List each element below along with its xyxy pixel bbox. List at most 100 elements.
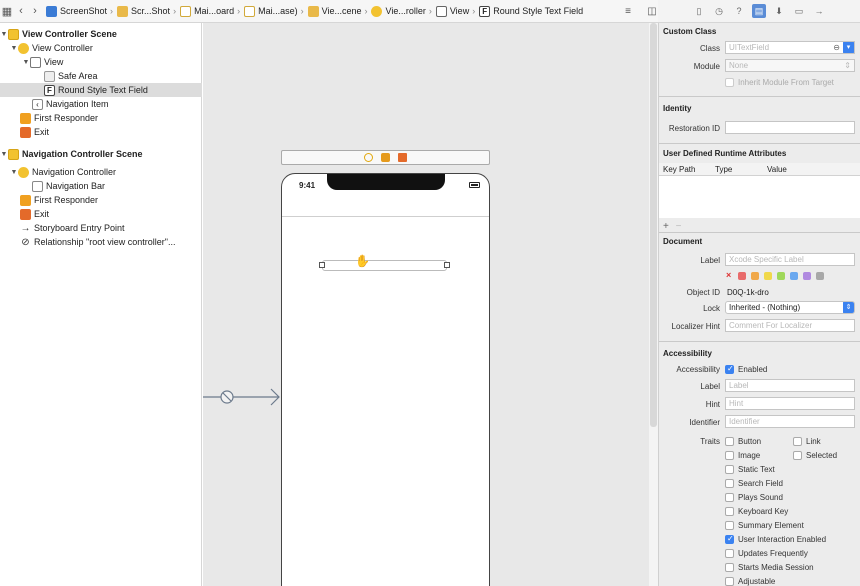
color-swatch-orange[interactable]	[751, 272, 759, 280]
help-inspector-icon[interactable]: ?	[732, 4, 746, 18]
outline-item-storyboard-entry-point[interactable]: → Storyboard Entry Point	[0, 221, 202, 235]
trait-keyboard-key-checkbox[interactable]	[725, 507, 734, 516]
outline-item-text-field[interactable]: F Round Style Text Field	[0, 83, 202, 97]
round-style-text-field[interactable]	[322, 260, 447, 271]
navigation-controller-icon	[18, 166, 29, 178]
trait-user-interaction-checkbox[interactable]	[725, 534, 734, 544]
outline-item-view-controller[interactable]: ▼ View Controller	[0, 41, 202, 55]
outline-item-exit[interactable]: Exit	[0, 125, 202, 139]
restoration-id-field[interactable]	[725, 121, 855, 134]
identity-inspector: Custom Class Class UITextField ⊖ ▾ Modul…	[658, 23, 860, 586]
outline-item-navigation-controller-scene[interactable]: ▼ Navigation Controller Scene	[0, 147, 202, 161]
first-responder-icon[interactable]	[381, 153, 390, 162]
breadcrumb-view-controller[interactable]: Vie...roller ›	[367, 0, 432, 22]
disclosure-down-icon[interactable]: ▼	[22, 59, 30, 66]
trait-search-field-checkbox[interactable]	[725, 479, 734, 488]
forward-arrow-icon[interactable]: ›	[28, 0, 42, 22]
relationship-segue-arrow[interactable]	[203, 387, 281, 407]
add-attribute-button[interactable]: +	[663, 221, 669, 232]
trait-summary-element-checkbox[interactable]	[725, 521, 734, 530]
color-swatch-green[interactable]	[777, 272, 785, 280]
lines-icon[interactable]: ≡	[620, 6, 636, 17]
breadcrumb-scene[interactable]: Vie...cene ›	[304, 0, 367, 22]
trait-static-text-checkbox[interactable]	[725, 465, 734, 474]
chevron-down-icon[interactable]: ▾	[843, 42, 854, 53]
trait-selected-checkbox[interactable]	[793, 451, 802, 460]
inspector-tab-bar: ▯ ◷ ? ▤ ⬇ ▭ →	[658, 0, 860, 23]
outline-item-view-controller-scene[interactable]: ▼ View Controller Scene	[0, 27, 202, 41]
class-field[interactable]: UITextField ⊖ ▾	[725, 41, 855, 54]
outline-item-first-responder[interactable]: First Responder	[0, 111, 202, 125]
storyboard-canvas[interactable]: 9:41 ✋	[203, 23, 657, 586]
exit-icon[interactable]	[398, 153, 407, 162]
trait-adjustable-checkbox[interactable]	[725, 577, 734, 586]
trait-updates-frequently-checkbox[interactable]	[725, 549, 734, 558]
type-column[interactable]: Type	[715, 165, 732, 174]
acc-hint-field[interactable]: Hint	[725, 397, 855, 410]
disclosure-down-icon[interactable]: ▼	[0, 31, 8, 38]
trait-image-checkbox[interactable]	[725, 451, 734, 460]
remove-attribute-button[interactable]: −	[676, 221, 682, 232]
breadcrumb-storyboard-base[interactable]: Mai...ase) ›	[240, 0, 304, 22]
outline-item-exit-2[interactable]: Exit	[0, 207, 202, 221]
lock-dropdown[interactable]: Inherited - (Nothing) ⇕	[725, 301, 855, 314]
document-label-field[interactable]: Xcode Specific Label	[725, 253, 855, 266]
outline-item-safe-area[interactable]: Safe Area	[0, 69, 202, 83]
outline-item-navigation-item[interactable]: ‹ Navigation Item	[0, 97, 202, 111]
disclosure-down-icon[interactable]: ▼	[10, 45, 18, 52]
file-inspector-icon[interactable]: ▯	[692, 4, 706, 18]
trait-link-checkbox[interactable]	[793, 437, 802, 446]
color-swatch-gray[interactable]	[816, 272, 824, 280]
breadcrumb-folder[interactable]: Scr...Shot ›	[113, 0, 176, 22]
breadcrumb-project[interactable]: ScreenShot ›	[42, 0, 113, 22]
outline-item-navigation-controller[interactable]: ▼ Navigation Controller	[0, 165, 202, 179]
color-swatch-red[interactable]	[738, 272, 746, 280]
outline-item-first-responder-2[interactable]: First Responder	[0, 193, 202, 207]
runtime-attributes-title: User Defined Runtime Attributes	[663, 149, 787, 158]
clear-color-icon[interactable]: ×	[726, 270, 731, 280]
localizer-hint-field[interactable]: Comment For Localizer	[725, 319, 855, 332]
add-remove-controls: + −	[663, 221, 681, 232]
key-path-column[interactable]: Key Path	[663, 165, 695, 174]
trait-button-checkbox[interactable]	[725, 437, 734, 446]
breadcrumb-text-field[interactable]: F Round Style Text Field	[475, 0, 583, 22]
module-field[interactable]: None ⇕	[725, 59, 855, 72]
attributes-inspector-icon[interactable]: ⬇	[772, 4, 786, 18]
identity-inspector-icon[interactable]: ▤	[752, 4, 766, 18]
divider	[659, 143, 860, 144]
color-swatch-yellow[interactable]	[764, 272, 772, 280]
trait-starts-media-checkbox[interactable]	[725, 563, 734, 572]
view-controller-icon[interactable]	[364, 153, 373, 162]
outline-item-navigation-bar[interactable]: Navigation Bar	[0, 179, 202, 193]
outline-item-view[interactable]: ▼ View	[0, 55, 202, 69]
color-swatch-blue[interactable]	[790, 272, 798, 280]
history-inspector-icon[interactable]: ◷	[712, 4, 726, 18]
trait-plays-sound-checkbox[interactable]	[725, 493, 734, 502]
inspector-scrollbar[interactable]	[650, 23, 657, 427]
outline-item-relationship[interactable]: ⊘ Relationship "root view controller"...	[0, 235, 202, 249]
disclosure-down-icon[interactable]: ▼	[10, 169, 18, 176]
grid-icon[interactable]: ▦	[0, 0, 14, 22]
disclosure-down-icon[interactable]: ▼	[0, 151, 8, 158]
acc-label-field[interactable]: Label	[725, 379, 855, 392]
breadcrumb-storyboard[interactable]: Mai...oard ›	[176, 0, 240, 22]
accessibility-enabled-checkbox[interactable]	[725, 364, 734, 374]
scene-icon	[307, 5, 319, 17]
color-swatch-purple[interactable]	[803, 272, 811, 280]
runtime-attributes-table[interactable]	[659, 176, 860, 218]
chevron-updown-icon[interactable]: ⇕	[843, 302, 854, 313]
identity-title: Identity	[663, 104, 692, 113]
view-controller-icon	[18, 42, 29, 54]
acc-identifier-field[interactable]: Identifier	[725, 415, 855, 428]
navigate-arrow-icon[interactable]: ⊖	[833, 42, 840, 53]
connections-inspector-icon[interactable]: →	[812, 4, 826, 18]
resize-handle-left[interactable]	[319, 262, 325, 268]
size-inspector-icon[interactable]: ▭	[792, 4, 806, 18]
back-arrow-icon[interactable]: ‹	[14, 0, 28, 22]
breadcrumb-view[interactable]: View ›	[432, 0, 475, 22]
trait-link-label: Link	[806, 437, 821, 446]
resize-handle-right[interactable]	[444, 262, 450, 268]
inherit-module-checkbox[interactable]	[725, 78, 734, 87]
value-column[interactable]: Value	[767, 165, 787, 174]
object-id-label: Object ID	[686, 288, 720, 297]
